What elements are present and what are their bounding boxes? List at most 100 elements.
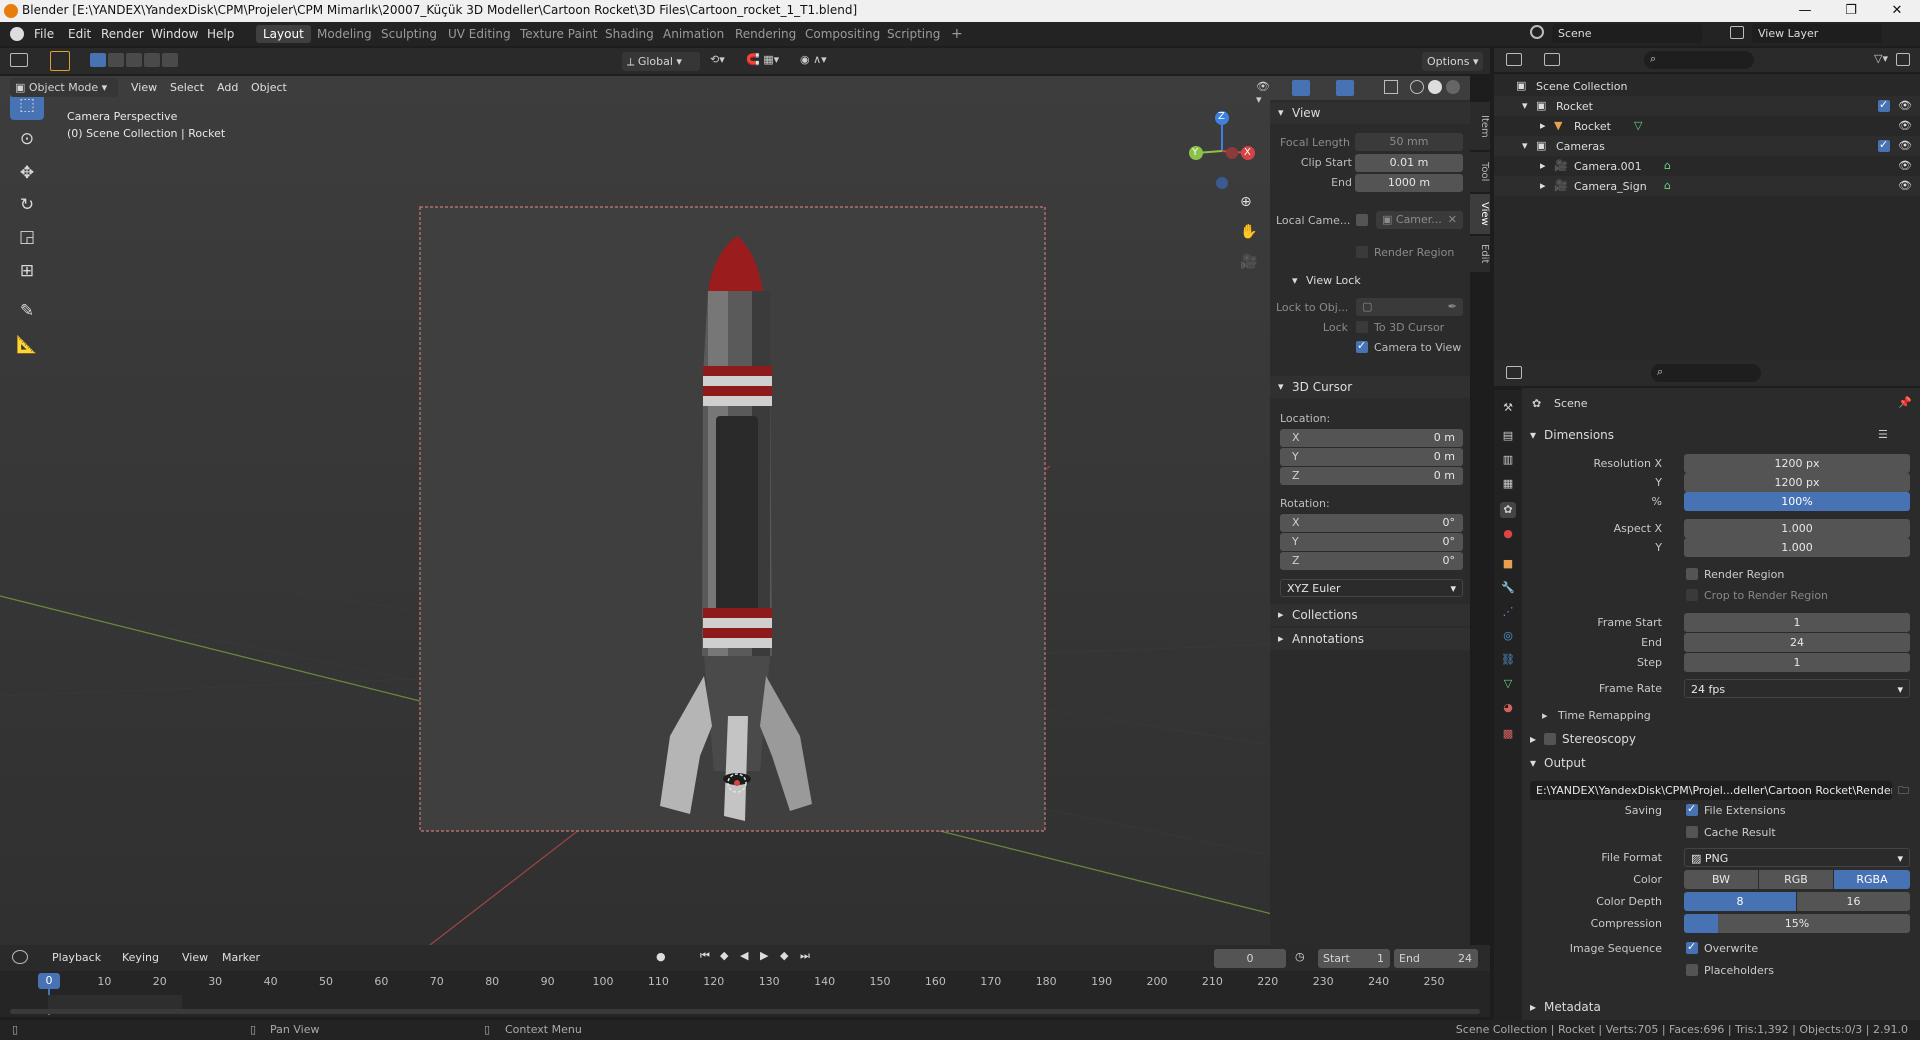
transform-orientation-dropdown[interactable]: ⟂ Global ▾	[622, 52, 700, 71]
options-dropdown[interactable]: Options ▾	[1422, 52, 1484, 71]
modifier-tab-icon[interactable]: 🔧	[1500, 580, 1516, 596]
xray-icon[interactable]	[1384, 80, 1398, 94]
eye-icon[interactable]: 👁	[1898, 119, 1912, 132]
physics-tab-icon[interactable]: ◎	[1500, 628, 1516, 644]
tab-compositing[interactable]: Compositing	[798, 25, 887, 43]
scene-tab-icon[interactable]: ✿	[1500, 502, 1516, 518]
rotation-mode-dropdown[interactable]: XYZ Euler ▾	[1280, 579, 1463, 597]
aspect-y-field[interactable]: 1.000	[1684, 538, 1910, 557]
time-remapping-title[interactable]: Time Remapping	[1558, 709, 1651, 722]
select-mode-new-icon[interactable]	[90, 53, 106, 67]
blender-menu-icon[interactable]	[10, 27, 24, 41]
jump-end-icon[interactable]: ⏭	[800, 949, 810, 963]
camera-to-view-checkbox[interactable]	[1356, 339, 1368, 353]
select-mode-subtract-icon[interactable]	[126, 53, 142, 67]
select-mode-invert-icon[interactable]	[144, 53, 160, 67]
viewport-menu-select[interactable]: Select	[170, 81, 204, 94]
color-rgb-button[interactable]: RGB	[1759, 870, 1833, 889]
zoom-icon[interactable]: ⊕	[1240, 194, 1252, 210]
next-keyframe-icon[interactable]: ◆	[780, 949, 788, 962]
render-tab-icon[interactable]: ▤	[1500, 428, 1516, 444]
crop-region-checkbox[interactable]	[1686, 589, 1698, 601]
outliner-row-scene-collection[interactable]: ▣ Scene Collection	[1494, 76, 1920, 96]
focal-length-field[interactable]: 50 mm	[1355, 133, 1463, 151]
select-tool-icon[interactable]	[50, 51, 70, 71]
viewport-menu-add[interactable]: Add	[217, 81, 238, 94]
exclude-checkbox[interactable]	[1878, 138, 1890, 152]
move-tool[interactable]: ✥	[10, 158, 44, 188]
view-layer-tab-icon[interactable]: ▦	[1500, 476, 1516, 492]
stereoscopy-checkbox[interactable]	[1544, 733, 1556, 745]
outliner-row-rocket-object[interactable]: ▸ ▼ Rocket ▽ 👁	[1494, 116, 1920, 136]
render-region-checkbox[interactable]	[1356, 246, 1368, 258]
timeline-menu-keying[interactable]: Keying	[122, 951, 159, 964]
tab-shading[interactable]: Shading	[598, 25, 661, 43]
object-tab-icon[interactable]: ■	[1500, 556, 1516, 572]
stereoscopy-title[interactable]: Stereoscopy	[1562, 732, 1636, 746]
view-layer-selector[interactable]: View Layer	[1752, 24, 1882, 43]
timeline-menu-playback[interactable]: Playback	[52, 951, 101, 964]
resolution-percent-slider[interactable]: 100%	[1684, 492, 1910, 511]
cache-result-checkbox[interactable]	[1686, 826, 1698, 838]
menu-edit[interactable]: Edit	[68, 27, 91, 41]
pan-hand-icon[interactable]: ✋	[1240, 224, 1257, 240]
measure-tool[interactable]: 📐	[10, 330, 44, 360]
play-icon[interactable]: ▶	[760, 949, 768, 962]
cursor-location-x[interactable]: X 0 m	[1280, 429, 1463, 447]
end-frame-field[interactable]: End 24	[1394, 949, 1478, 968]
compression-slider[interactable]: 15%	[1684, 914, 1910, 933]
menu-render[interactable]: Render	[101, 27, 144, 41]
output-title[interactable]: Output	[1544, 756, 1586, 770]
jump-start-icon[interactable]: ⏮	[700, 949, 710, 963]
render-region-checkbox[interactable]	[1686, 568, 1698, 580]
playhead[interactable]: 0	[38, 973, 60, 989]
frame-step-field[interactable]: 1	[1684, 653, 1910, 672]
outliner-search-input[interactable]: ⌕	[1644, 51, 1754, 69]
play-reverse-icon[interactable]: ◀	[740, 949, 748, 962]
rotate-tool[interactable]: ↻	[10, 190, 44, 220]
tab-animation[interactable]: Animation	[656, 25, 731, 43]
constraints-tab-icon[interactable]: ⛓	[1500, 652, 1516, 668]
select-mode-intersect-icon[interactable]	[162, 53, 178, 67]
local-camera-field[interactable]: ▣ Camer... ✕	[1376, 211, 1463, 229]
frame-end-field[interactable]: 24	[1684, 633, 1910, 652]
clear-x-icon[interactable]: ✕	[1448, 211, 1457, 229]
sidebar-tab-tool[interactable]: Tool	[1470, 152, 1490, 192]
cursor-location-z[interactable]: Z 0 m	[1280, 467, 1463, 485]
file-extensions-checkbox[interactable]	[1686, 802, 1698, 816]
outliner-row-cameras-collection[interactable]: ▾ ▣ Cameras 👁	[1494, 136, 1920, 156]
annotate-tool[interactable]: ✎	[10, 296, 44, 326]
cursor-rotation-x[interactable]: X 0°	[1280, 514, 1463, 532]
outliner-editor-icon[interactable]	[1506, 53, 1522, 66]
outliner-row-camera-sign[interactable]: ▸ 🎥 Camera_Sign ⌂ 👁	[1494, 176, 1920, 196]
sidebar-tab-view[interactable]: View	[1470, 194, 1490, 234]
timeline-editor-icon[interactable]	[12, 950, 28, 964]
3d-viewport[interactable]: Z X Y ⊕ ✋ 🎥 Camera Perspective (0) Scene…	[0, 76, 1470, 945]
cursor-rotation-z[interactable]: Z 0°	[1280, 552, 1463, 570]
scale-tool[interactable]: ◲	[10, 222, 44, 252]
lock-to-object-field[interactable]: ▢ ✒	[1356, 298, 1463, 316]
color-depth-8-button[interactable]: 8	[1684, 892, 1796, 911]
timeline-menu-marker[interactable]: Marker	[222, 951, 260, 964]
display-mode-icon[interactable]	[1544, 53, 1560, 66]
clip-end-field[interactable]: 1000 m	[1355, 174, 1463, 192]
eye-icon[interactable]: 👁	[1898, 179, 1912, 192]
eye-icon[interactable]: 👁	[1898, 139, 1912, 152]
viewport-menu-view[interactable]: View	[131, 81, 157, 94]
frame-start-field[interactable]: 1	[1684, 613, 1910, 632]
tab-texture-paint[interactable]: Texture Paint	[513, 25, 604, 43]
solid-shading-icon[interactable]	[1428, 80, 1442, 94]
to-3d-cursor-checkbox[interactable]	[1356, 321, 1368, 333]
properties-editor-icon[interactable]	[1506, 366, 1522, 379]
timeline[interactable]: 0 10 20 30 40 50 60 70 80 90 100 110 120 130 140 150 160…	[0, 971, 1490, 1017]
tab-modeling[interactable]: Modeling	[310, 25, 379, 43]
cursor-tool[interactable]: ⊙	[10, 124, 44, 154]
color-rgba-button[interactable]: RGBA	[1834, 870, 1910, 889]
menu-help[interactable]: Help	[207, 27, 234, 41]
material-shading-icon[interactable]	[1446, 80, 1460, 94]
file-format-dropdown[interactable]: ▨ PNG ▾	[1684, 848, 1910, 867]
menu-window[interactable]: Window	[151, 27, 198, 41]
overlay-toggle-icon[interactable]	[1336, 80, 1354, 96]
frame-rate-dropdown[interactable]: 24 fps ▾	[1684, 679, 1910, 698]
color-bw-button[interactable]: BW	[1684, 870, 1758, 889]
